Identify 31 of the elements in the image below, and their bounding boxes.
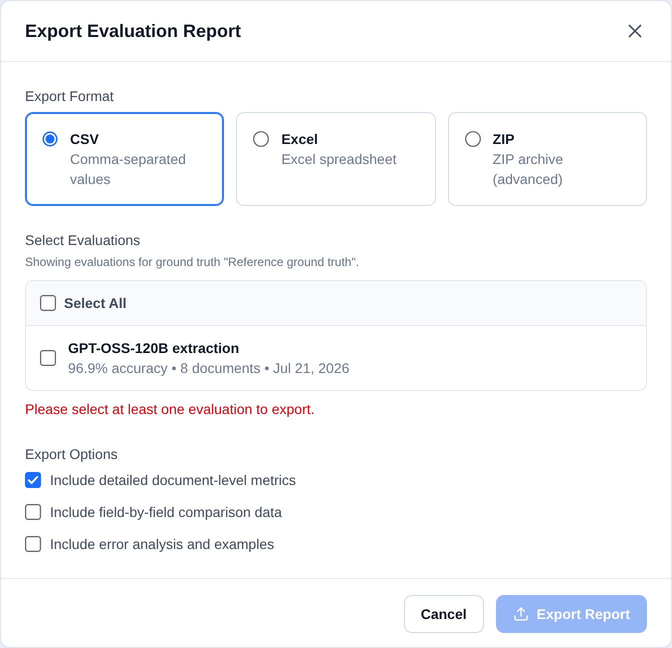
cancel-button[interactable]: Cancel — [404, 595, 484, 633]
format-option-card[interactable]: CSV Comma-separated values — [25, 112, 224, 206]
evaluation-details: 96.9% accuracy • 8 documents • Jul 21, 2026 — [68, 359, 350, 378]
format-option-card[interactable]: Excel Excel spreadsheet — [236, 112, 436, 206]
radio-button[interactable] — [253, 131, 270, 147]
select-all-label[interactable]: Select All — [64, 293, 127, 313]
option-label[interactable]: Include field-by-field comparison data — [50, 502, 282, 522]
format-name: CSV — [70, 130, 100, 149]
evaluation-name: GPT-OSS-120B extraction — [68, 339, 240, 358]
section-label: Export Format — [25, 87, 115, 106]
format-description: Excel spreadsheet — [281, 150, 397, 169]
format-name: ZIP — [492, 130, 516, 149]
format-name: Excel — [281, 130, 319, 149]
checkbox[interactable] — [25, 536, 41, 552]
option-label[interactable]: Include detailed document-level metrics — [50, 470, 296, 490]
format-description: ZIP archive (advanced) — [492, 150, 564, 189]
format-option-card[interactable]: ZIP ZIP archive (advanced) — [448, 112, 647, 206]
radio-button[interactable] — [42, 131, 58, 147]
error-message: Please select at least one evaluation to export. — [25, 400, 316, 419]
checkbox[interactable] — [25, 472, 41, 488]
section-label: Export Options — [25, 445, 119, 464]
checkbox[interactable] — [25, 504, 41, 520]
dialog-title: Export Evaluation Report — [25, 20, 242, 42]
checkbox[interactable] — [40, 350, 56, 366]
format-description: Comma-separated values — [70, 150, 187, 189]
hint-text: Showing evaluations for ground truth "Reference ground truth". — [25, 254, 360, 270]
section-label: Select Evaluations — [25, 231, 142, 250]
radio-button[interactable] — [464, 131, 481, 147]
checkbox[interactable] — [40, 295, 56, 311]
upload-icon — [512, 606, 529, 622]
option-label[interactable]: Include error analysis and examples — [50, 534, 274, 554]
